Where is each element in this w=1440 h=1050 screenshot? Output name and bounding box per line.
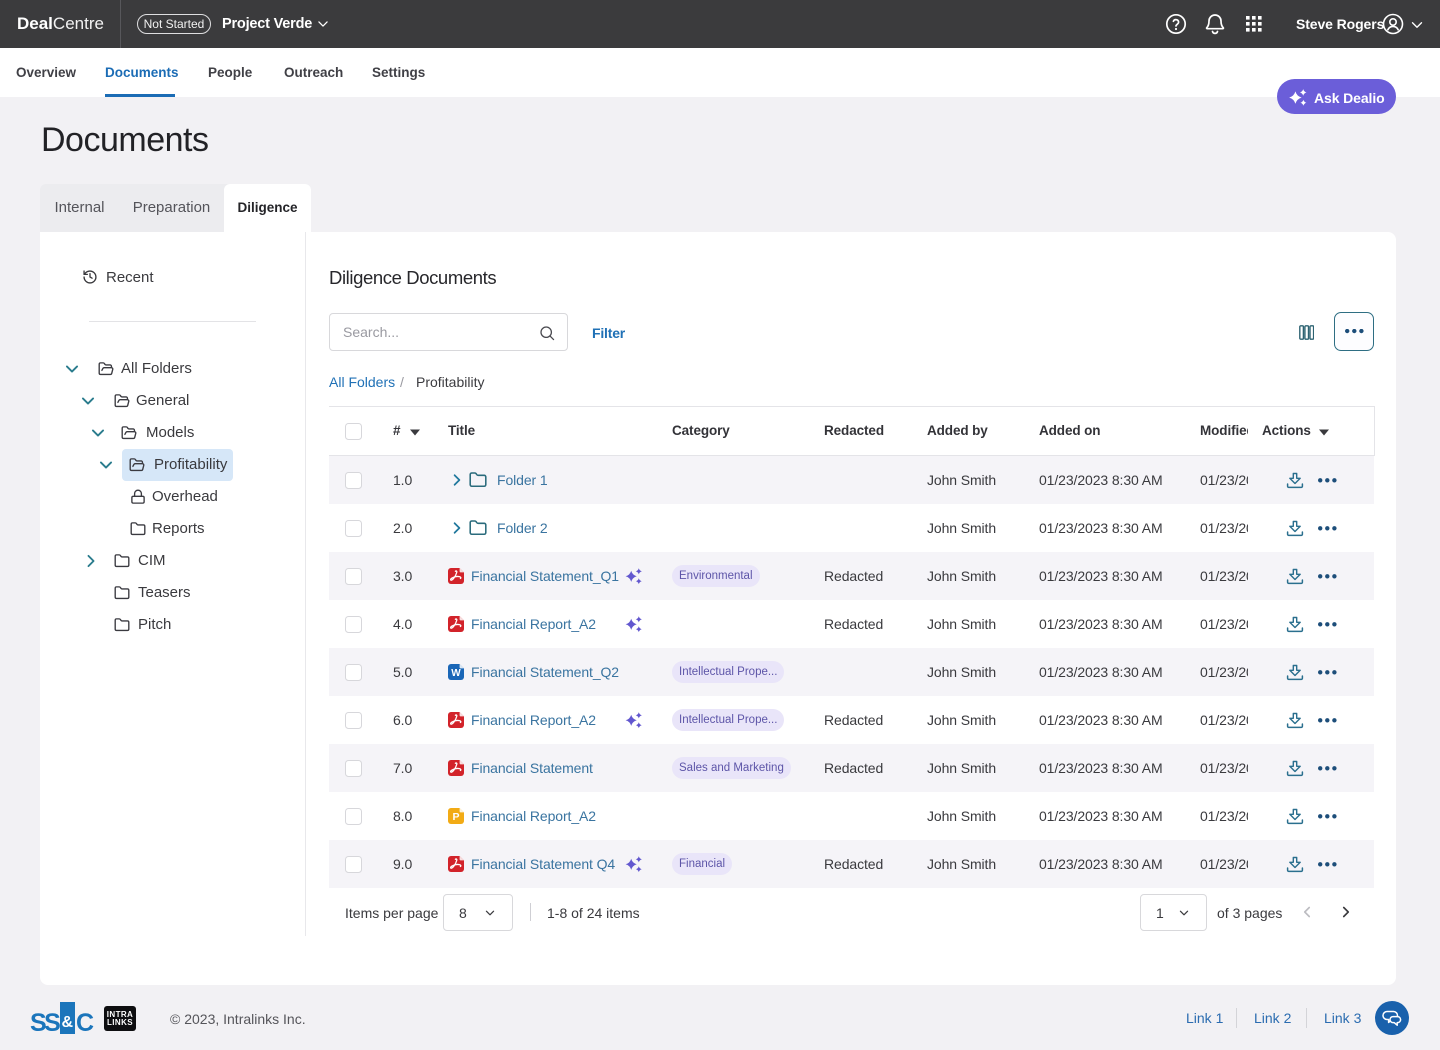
- svg-text:W: W: [451, 668, 461, 679]
- svg-text:P: P: [452, 811, 459, 823]
